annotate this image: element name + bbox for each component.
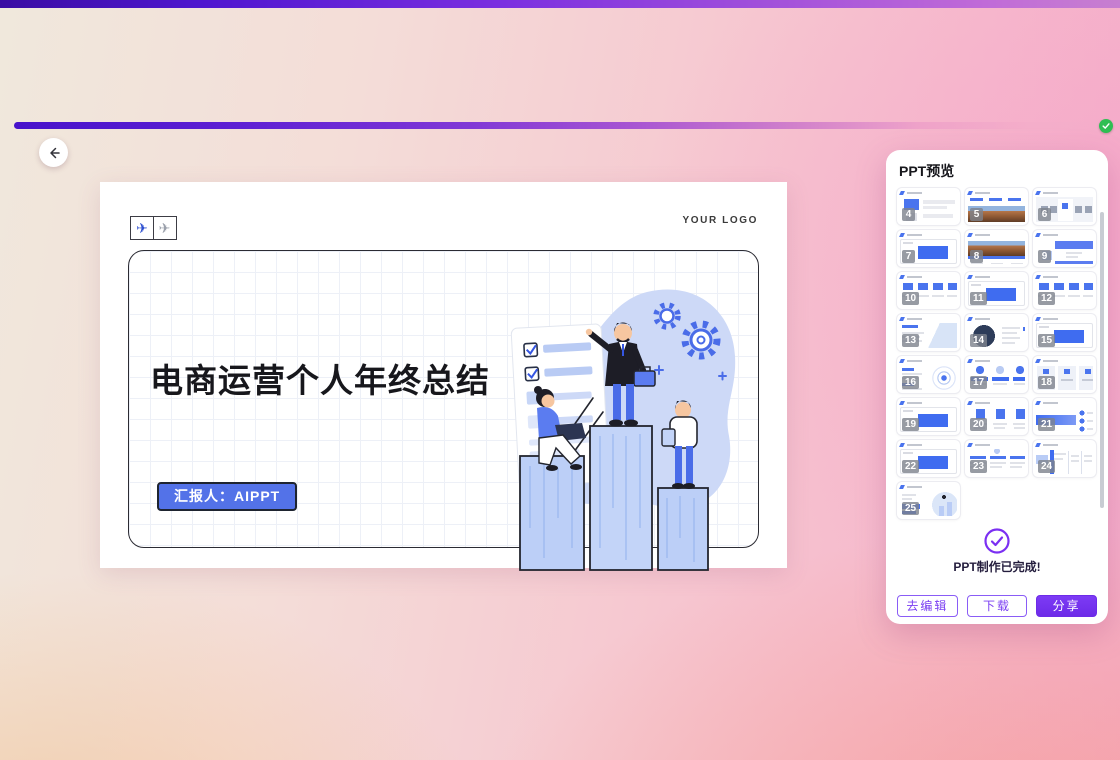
download-button[interactable]: 下载 xyxy=(967,595,1028,617)
left-arrow-icon xyxy=(47,146,61,160)
action-buttons: 去编辑 下载 分享 xyxy=(897,595,1097,617)
slide-thumbnail[interactable]: 16 xyxy=(897,356,960,393)
thumbnail-number: 10 xyxy=(902,292,919,305)
teamwork-chart-illustration xyxy=(505,278,745,574)
slide-thumbnail[interactable]: 8 xyxy=(965,230,1028,267)
thumbnail-number: 6 xyxy=(1038,208,1051,221)
back-button[interactable] xyxy=(39,138,68,167)
slide-thumbnail[interactable]: 17 xyxy=(965,356,1028,393)
thumbnail-number: 20 xyxy=(970,418,987,431)
thumbnail-grid: 4 5 6 7 8 9 10 11 12 13 14 15 16 17 xyxy=(897,188,1097,519)
thumbnail-number: 19 xyxy=(902,418,919,431)
slide-logo-text: YOUR LOGO xyxy=(682,215,758,226)
panel-title: PPT预览 xyxy=(899,161,954,181)
edit-button[interactable]: 去编辑 xyxy=(897,595,958,617)
slide-thumbnail[interactable]: 11 xyxy=(965,272,1028,309)
presenter-badge: 汇报人：AIPPT xyxy=(157,482,297,511)
slide-thumbnail[interactable]: 22 xyxy=(897,440,960,477)
generation-progress-bar xyxy=(14,122,1094,129)
thumbnail-number: 11 xyxy=(970,292,987,305)
slide-thumbnail[interactable]: 20 xyxy=(965,398,1028,435)
share-button[interactable]: 分享 xyxy=(1036,595,1097,617)
slide-thumbnail[interactable]: 5 xyxy=(965,188,1028,225)
app-window: ✈ ✈ YOUR LOGO 电商运营个人年终总结 汇报人：AIPPT xyxy=(0,0,1120,760)
thumbnail-number: 4 xyxy=(902,208,915,221)
slide-title: 电商运营个人年终总结 xyxy=(150,354,490,402)
thumbnail-number: 14 xyxy=(970,334,987,347)
top-accent-bar xyxy=(0,0,1120,8)
slide-thumbnail[interactable]: 24 xyxy=(1033,440,1096,477)
ppt-preview-panel: PPT预览 4 5 6 7 8 9 10 11 12 13 14 15 16 xyxy=(886,150,1108,624)
thumbnail-number: 12 xyxy=(1038,292,1055,305)
thumbnail-number: 16 xyxy=(902,376,919,389)
plane-logo-icons: ✈ ✈ xyxy=(130,216,177,240)
thumbnail-number: 17 xyxy=(970,376,987,389)
slide-thumbnail[interactable]: 15 xyxy=(1033,314,1096,351)
slide-thumbnail[interactable]: 18 xyxy=(1033,356,1096,393)
complete-status-icon xyxy=(886,528,1108,559)
thumbnail-number: 18 xyxy=(1038,376,1055,389)
plane-grey-icon: ✈ xyxy=(153,216,177,240)
slide-thumbnail[interactable]: 21 xyxy=(1033,398,1096,435)
purple-check-circle-icon xyxy=(984,528,1010,554)
slide-thumbnail[interactable]: 14 xyxy=(965,314,1028,351)
thumbnail-number: 7 xyxy=(902,250,915,263)
slide-thumbnail[interactable]: 25 xyxy=(897,482,960,519)
slide-thumbnail[interactable]: 19 xyxy=(897,398,960,435)
thumbnail-number: 24 xyxy=(1038,460,1055,473)
complete-message: PPT制作已完成! xyxy=(886,558,1108,575)
plane-blue-icon: ✈ xyxy=(130,216,154,240)
slide-thumbnail[interactable]: 7 xyxy=(897,230,960,267)
thumbnail-number: 21 xyxy=(1038,418,1055,431)
slide-preview-canvas: ✈ ✈ YOUR LOGO 电商运营个人年终总结 汇报人：AIPPT xyxy=(100,182,787,568)
thumbnail-number: 9 xyxy=(1038,250,1051,263)
thumbnail-number: 13 xyxy=(902,334,919,347)
thumbnail-number: 15 xyxy=(1038,334,1055,347)
thumbnail-number: 8 xyxy=(970,250,983,263)
slide-thumbnail[interactable]: 13 xyxy=(897,314,960,351)
panel-scrollbar[interactable] xyxy=(1100,212,1104,508)
thumbnail-number: 25 xyxy=(902,502,919,515)
thumbnail-number: 23 xyxy=(970,460,987,473)
check-icon xyxy=(1102,122,1110,130)
slide-thumbnail[interactable]: 9 xyxy=(1033,230,1096,267)
slide-thumbnail[interactable]: 6 xyxy=(1033,188,1096,225)
thumbnail-number: 22 xyxy=(902,460,919,473)
slide-thumbnail[interactable]: 12 xyxy=(1033,272,1096,309)
thumbnail-number: 5 xyxy=(970,208,983,221)
slide-thumbnail[interactable]: 4 xyxy=(897,188,960,225)
slide-thumbnail[interactable]: 23 xyxy=(965,440,1028,477)
progress-complete-icon xyxy=(1099,119,1113,133)
slide-thumbnail[interactable]: 10 xyxy=(897,272,960,309)
